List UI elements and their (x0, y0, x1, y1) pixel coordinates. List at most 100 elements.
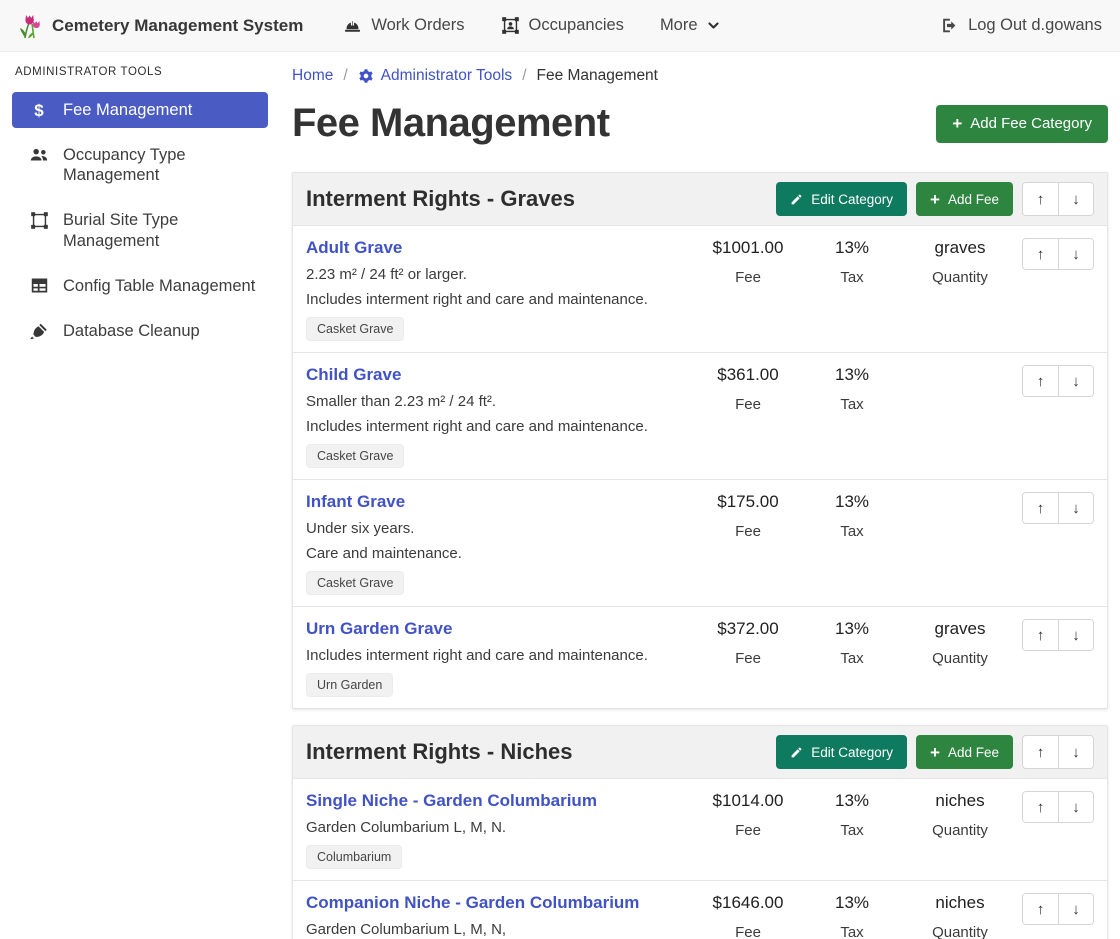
fee-quantity-label: Quantity (904, 650, 1016, 667)
breadcrumb: Home / Administrator Tools / Fee Managem… (292, 67, 1108, 85)
fee-amount-value: $372.00 (696, 619, 800, 639)
fee-name-link[interactable]: Infant Grave (306, 492, 405, 512)
move-fee-up-button[interactable]: ↑ (1023, 894, 1058, 924)
fee-tax-column: 13% Tax (800, 492, 904, 540)
move-category-up-button[interactable]: ↑ (1023, 183, 1058, 215)
move-fee-up-button[interactable]: ↑ (1023, 792, 1058, 822)
fee-name-link[interactable]: Companion Niche - Garden Columbarium (306, 893, 639, 913)
fee-quantity-column: niches Quantity (904, 893, 1016, 939)
sidebar-item-label: Fee Management (63, 100, 192, 120)
fee-name-link[interactable]: Single Niche - Garden Columbarium (306, 791, 597, 811)
fee-amount-value: $361.00 (696, 365, 800, 385)
fee-amount-label: Fee (696, 396, 800, 413)
fee-tax-column: 13% Tax (800, 365, 904, 413)
fee-reorder-group: ↑ ↓ (1022, 238, 1094, 270)
fee-quantity-value: niches (904, 893, 1016, 913)
fee-reorder-group: ↑ ↓ (1022, 619, 1094, 651)
fee-row: Urn Garden Grave Includes interment righ… (293, 606, 1107, 708)
fee-quantity-value: graves (904, 619, 1016, 639)
move-fee-up-button[interactable]: ↑ (1023, 366, 1058, 396)
gear-icon (358, 68, 374, 84)
fee-tax-label: Tax (800, 924, 904, 939)
fee-tax-label: Tax (800, 396, 904, 413)
plus-icon: + (930, 191, 940, 208)
fee-details: Child Grave Smaller than 2.23 m² / 24 ft… (306, 365, 696, 468)
breadcrumb-separator: / (522, 67, 526, 85)
fee-quantity-value: graves (904, 238, 1016, 258)
sidebar-item-label: Occupancy Type Management (63, 145, 258, 185)
fee-amount-value: $1001.00 (696, 238, 800, 258)
move-fee-down-button[interactable]: ↓ (1058, 620, 1093, 650)
fee-tax-value: 13% (800, 365, 904, 385)
add-fee-button[interactable]: + Add Fee (916, 735, 1013, 769)
move-category-down-button[interactable]: ↓ (1058, 183, 1093, 215)
fee-details: Single Niche - Garden Columbarium Garden… (306, 791, 696, 869)
logout-label: Log Out d.gowans (968, 16, 1102, 35)
add-fee-button[interactable]: + Add Fee (916, 182, 1013, 216)
fee-row-list: Adult Grave 2.23 m² / 24 ft² or larger. … (293, 225, 1107, 708)
fee-tax-value: 13% (800, 893, 904, 913)
fee-tax-value: 13% (800, 238, 904, 258)
move-fee-down-button[interactable]: ↓ (1058, 493, 1093, 523)
move-fee-up-button[interactable]: ↑ (1023, 620, 1058, 650)
nav-more[interactable]: More (660, 16, 720, 35)
breadcrumb-home-link[interactable]: Home (292, 67, 333, 85)
nav-more-label: More (660, 16, 698, 35)
page-title: Fee Management (292, 101, 610, 146)
fee-category-header: Interment Rights - Graves Edit Category … (293, 173, 1107, 225)
breadcrumb-separator: / (343, 67, 347, 85)
move-fee-down-button[interactable]: ↓ (1058, 792, 1093, 822)
fee-quantity-label: Quantity (904, 924, 1016, 939)
fee-tax-value: 13% (800, 619, 904, 639)
move-fee-down-button[interactable]: ↓ (1058, 894, 1093, 924)
sidebar-item-occupancy-type[interactable]: Occupancy Type Management (12, 137, 268, 193)
fee-type-badge: Casket Grave (306, 444, 404, 468)
fee-amount-label: Fee (696, 650, 800, 667)
add-fee-category-button[interactable]: + Add Fee Category (936, 105, 1108, 143)
fee-type-badge: Urn Garden (306, 673, 393, 697)
fee-type-badge: Casket Grave (306, 317, 404, 341)
fee-tax-column: 13% Tax (800, 893, 904, 939)
fee-tax-label: Tax (800, 822, 904, 839)
fee-amount-column: $1001.00 Fee (696, 238, 800, 286)
fee-amount-column: $1014.00 Fee (696, 791, 800, 839)
logout-button[interactable]: Log Out d.gowans (940, 16, 1102, 35)
fee-amount-column: $372.00 Fee (696, 619, 800, 667)
breadcrumb-admin-tools-link[interactable]: Administrator Tools (358, 67, 513, 85)
move-category-up-button[interactable]: ↑ (1023, 736, 1058, 768)
sidebar-item-burial-site-type[interactable]: Burial Site Type Management (12, 202, 268, 258)
fee-description: Under six years. (306, 519, 688, 538)
fee-amount-value: $175.00 (696, 492, 800, 512)
fee-name-link[interactable]: Urn Garden Grave (306, 619, 452, 639)
move-fee-down-button[interactable]: ↓ (1058, 366, 1093, 396)
fee-amount-column: $1646.00 Fee (696, 893, 800, 939)
fee-reorder-group: ↑ ↓ (1022, 893, 1094, 925)
move-fee-down-button[interactable]: ↓ (1058, 239, 1093, 269)
fee-tax-column: 13% Tax (800, 238, 904, 286)
sidebar-item-fee-management[interactable]: $ Fee Management (12, 92, 268, 128)
sidebar-item-config-table[interactable]: Config Table Management (12, 268, 268, 304)
fee-name-link[interactable]: Adult Grave (306, 238, 402, 258)
edit-category-button[interactable]: Edit Category (776, 182, 907, 216)
fee-tax-value: 13% (800, 791, 904, 811)
nav-work-orders[interactable]: Work Orders (343, 16, 464, 35)
fee-row: Child Grave Smaller than 2.23 m² / 24 ft… (293, 352, 1107, 479)
edit-category-button[interactable]: Edit Category (776, 735, 907, 769)
fee-reorder-group: ↑ ↓ (1022, 791, 1094, 823)
fee-quantity-column: graves Quantity (904, 619, 1016, 667)
fee-name-link[interactable]: Child Grave (306, 365, 401, 385)
move-category-down-button[interactable]: ↓ (1058, 736, 1093, 768)
app-brand: Cemetery Management System (18, 13, 303, 39)
fee-tax-column: 13% Tax (800, 791, 904, 839)
move-fee-up-button[interactable]: ↑ (1023, 493, 1058, 523)
broom-icon (28, 322, 50, 341)
fee-description: Garden Columbarium L, M, N. (306, 818, 688, 837)
fee-amount-value: $1646.00 (696, 893, 800, 913)
sidebar-item-label: Burial Site Type Management (63, 210, 258, 250)
nav-occupancies[interactable]: Occupancies (501, 16, 624, 35)
sidebar-item-database-cleanup[interactable]: Database Cleanup (12, 313, 268, 349)
move-fee-up-button[interactable]: ↑ (1023, 239, 1058, 269)
pencil-icon (790, 746, 803, 759)
fee-tax-column: 13% Tax (800, 619, 904, 667)
dollar-icon: $ (28, 101, 50, 119)
